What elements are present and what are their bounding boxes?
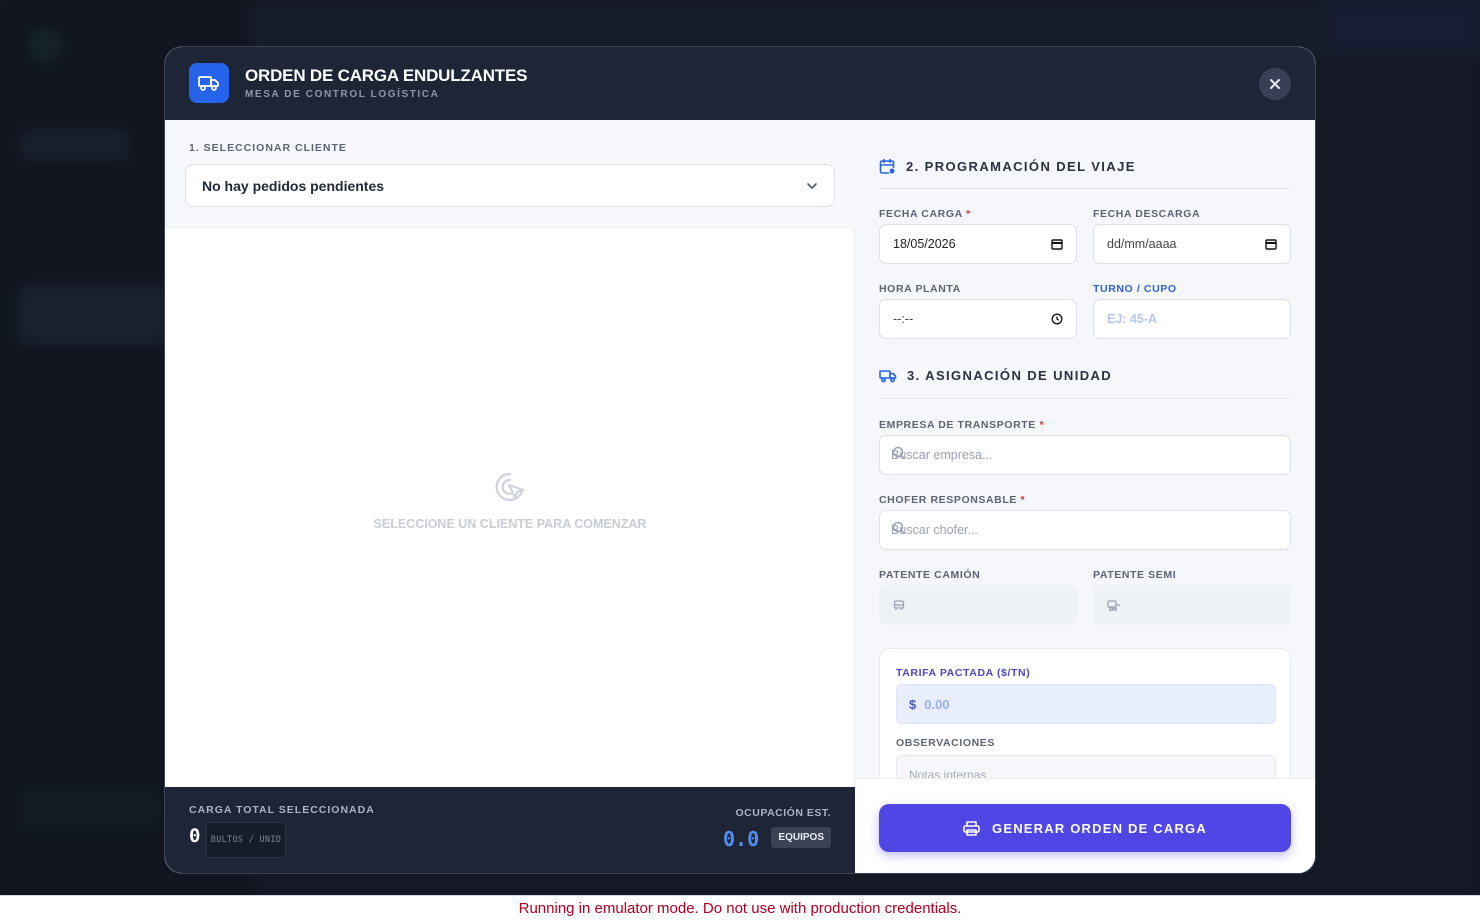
truck-icon: [879, 369, 897, 382]
unit-section-title: 3. ASIGNACIÓN DE UNIDAD: [907, 368, 1113, 383]
total-load-label: CARGA TOTAL SELECCIONADA: [189, 804, 375, 816]
divider: [879, 398, 1291, 399]
trailer-icon: [1107, 599, 1120, 611]
hora-planta-placeholder: --:--: [893, 312, 914, 326]
fecha-carga-input[interactable]: 18/05/2026: [879, 224, 1077, 264]
hora-planta-input[interactable]: --:--: [879, 299, 1077, 339]
clock-icon: [1051, 313, 1063, 325]
empresa-placeholder: Buscar empresa...: [891, 448, 993, 462]
fecha-descarga-placeholder: dd/mm/aaaa: [1107, 237, 1177, 251]
currency-symbol: $: [909, 696, 917, 712]
client-select-value: No hay pedidos pendientes: [202, 177, 385, 194]
emulator-notice: Running in emulator mode. Do not use wit…: [0, 895, 1480, 920]
bus-icon: [893, 599, 905, 610]
close-icon: [1270, 79, 1280, 89]
chofer-label: CHOFER RESPONSABLE *: [879, 494, 1026, 506]
observaciones-label: OBSERVACIONES: [896, 737, 996, 749]
fecha-descarga-input[interactable]: dd/mm/aaaa: [1093, 224, 1291, 264]
client-pane: 1. SELECCIONAR CLIENTE No hay pedidos pe…: [165, 120, 855, 873]
total-load-count: 0: [189, 825, 201, 847]
trip-section-title: 2. PROGRAMACIÓN DEL VIAJE: [906, 159, 1136, 174]
empresa-label: EMPRESA DE TRANSPORTE *: [879, 419, 1045, 431]
patente-camion-input[interactable]: [879, 585, 1077, 625]
turno-input[interactable]: EJ: 45-A: [1093, 299, 1291, 339]
unit-section-header: 3. ASIGNACIÓN DE UNIDAD: [879, 368, 1112, 383]
occupancy-value: 0.0: [723, 827, 760, 851]
generate-order-button[interactable]: GENERAR ORDEN DE CARGA: [879, 804, 1291, 852]
calendar-icon: [1051, 239, 1063, 250]
client-label: 1. SELECCIONAR CLIENTE: [189, 142, 347, 154]
occupancy-unit-badge: EQUIPOS: [771, 827, 831, 848]
generate-order-label: GENERAR ORDEN DE CARGA: [992, 820, 1207, 836]
tarifa-label: TARIFA PACTADA ($/TN): [896, 667, 1031, 679]
printer-icon: [963, 820, 980, 836]
calendar-icon: [1265, 239, 1277, 250]
fecha-carga-value: 18/05/2026: [893, 237, 956, 251]
tarifa-input[interactable]: $ 0.00: [896, 684, 1276, 724]
patente-camion-label: PATENTE CAMIÓN: [879, 569, 981, 581]
patente-semi-input[interactable]: [1093, 585, 1291, 625]
chevron-down-icon: [807, 182, 817, 189]
chofer-search-input[interactable]: Buscar chofer...: [879, 510, 1291, 550]
search-icon: [892, 521, 906, 535]
hora-planta-label: HORA PLANTA: [879, 283, 961, 295]
pointer-click-icon: [493, 470, 527, 509]
tarifa-placeholder: 0.00: [924, 696, 950, 712]
empty-state-text: SELECCIONE UN CLIENTE PARA COMENZAR: [373, 517, 647, 531]
trip-section-header: 2. PROGRAMACIÓN DEL VIAJE: [879, 158, 1136, 175]
calendar-icon: [879, 159, 896, 175]
load-summary: CARGA TOTAL SELECCIONADA 0 BULTOS / UNID…: [165, 787, 855, 873]
divider: [879, 188, 1291, 189]
patente-semi-label: PATENTE SEMI: [1093, 569, 1177, 581]
action-footer: GENERAR ORDEN DE CARGA: [855, 778, 1315, 873]
occupancy-label: OCUPACIÓN EST.: [735, 807, 831, 819]
close-button[interactable]: [1259, 68, 1291, 100]
modal-header: ORDEN DE CARGA ENDULZANTES MESA DE CONTR…: [165, 47, 1315, 120]
modal-title: ORDEN DE CARGA ENDULZANTES: [245, 66, 528, 85]
fecha-carga-label: FECHA CARGA *: [879, 208, 971, 220]
search-icon: [892, 446, 906, 460]
turno-placeholder: EJ: 45-A: [1107, 312, 1158, 326]
total-load-unit: BULTOS / UNID: [206, 822, 286, 858]
turno-label: TURNO / CUPO: [1093, 283, 1177, 295]
order-modal: ORDEN DE CARGA ENDULZANTES MESA DE CONTR…: [164, 46, 1316, 874]
fecha-descarga-label: FECHA DESCARGA: [1093, 208, 1201, 220]
empresa-search-input[interactable]: Buscar empresa...: [879, 435, 1291, 475]
client-section: 1. SELECCIONAR CLIENTE No hay pedidos pe…: [165, 120, 855, 228]
trip-form-pane: 2. PROGRAMACIÓN DEL VIAJE FECHA CARGA * …: [855, 120, 1315, 873]
client-select[interactable]: No hay pedidos pendientes: [185, 164, 835, 207]
empty-state: SELECCIONE UN CLIENTE PARA COMENZAR: [165, 470, 855, 531]
truck-icon: [189, 63, 229, 103]
modal-subtitle: MESA DE CONTROL LOGÍSTICA: [245, 89, 440, 100]
